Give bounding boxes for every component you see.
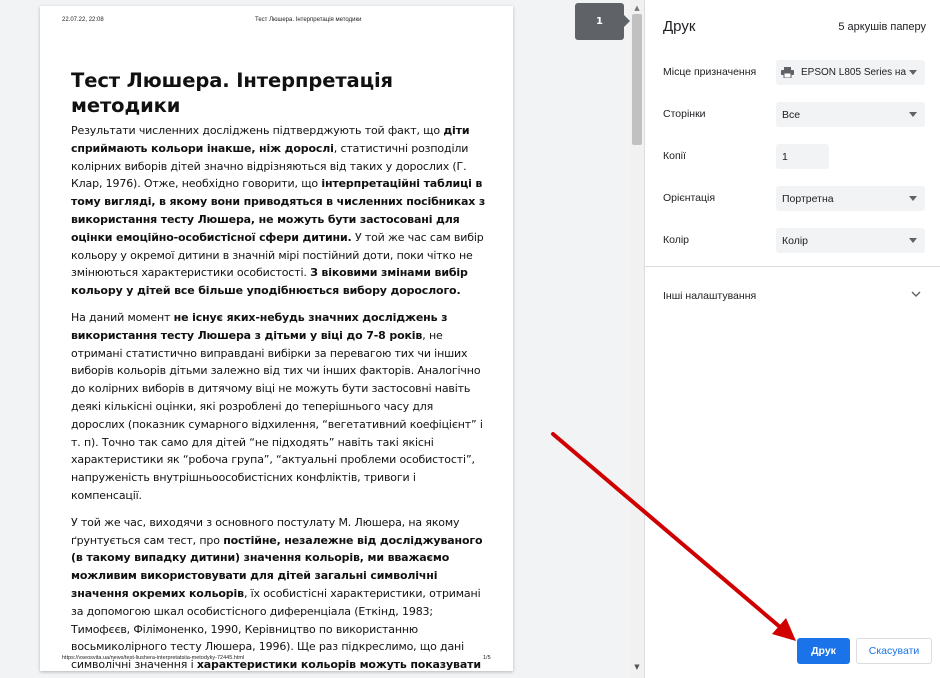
color-label: Колір xyxy=(663,234,690,246)
printer-icon xyxy=(781,67,794,79)
destination-value: EPSON L805 Series на xyxy=(801,67,907,78)
print-button[interactable]: Друк xyxy=(797,638,850,664)
more-settings-toggle[interactable]: Інші налаштування xyxy=(663,290,756,302)
pages-label: Сторінки xyxy=(663,108,706,120)
preview-scrollbar[interactable]: ▲ ▼ xyxy=(630,0,644,678)
paragraph-2: На даний момент не існує яких-небудь зна… xyxy=(71,310,483,502)
pages-value: Все xyxy=(782,108,801,121)
destination-label: Місце призначення xyxy=(663,66,757,78)
color-value: Колір xyxy=(782,234,809,247)
chevron-down-icon xyxy=(909,196,917,201)
panel-title: Друк xyxy=(663,18,696,35)
paragraph-3: У той же час, виходячи з основного посту… xyxy=(71,515,483,671)
print-settings-panel: Друк 5 аркушів паперу Місце призначення … xyxy=(644,0,940,678)
document-title: Тест Люшера. Інтерпретація методики xyxy=(71,69,393,117)
chevron-down-icon xyxy=(909,112,917,117)
scroll-thumb[interactable] xyxy=(632,14,642,145)
sheets-count: 5 аркушів паперу xyxy=(838,21,926,33)
paragraph-1: Результати численних досліджень підтверд… xyxy=(71,124,486,298)
orientation-value: Портретна xyxy=(782,192,834,205)
print-preview-area: 22.07.22, 22:08 Тест Люшера. Інтерпретац… xyxy=(0,0,644,678)
pages-select[interactable]: Все xyxy=(776,102,925,127)
page-header-date: 22.07.22, 22:08 xyxy=(62,17,104,23)
divider xyxy=(645,266,940,267)
destination-select[interactable]: EPSON L805 Series на xyxy=(776,60,925,85)
orientation-label: Орієнтація xyxy=(663,192,716,204)
scroll-down-arrow[interactable]: ▼ xyxy=(630,663,644,671)
document-content: Тест Люшера. Інтерпретація методики Резу… xyxy=(71,68,486,671)
page-header-title: Тест Люшера. Інтерпретація методики xyxy=(255,17,362,23)
chevron-down-icon xyxy=(909,238,917,243)
orientation-select[interactable]: Портретна xyxy=(776,186,925,211)
chevron-down-icon[interactable] xyxy=(911,290,921,301)
chevron-down-icon xyxy=(909,70,917,75)
copies-input[interactable]: 1 xyxy=(776,144,829,169)
page-footer-url: https://vseosvita.ua/news/test-liushera-… xyxy=(62,655,245,661)
page-footer-number: 1/5 xyxy=(483,655,491,661)
scroll-up-arrow[interactable]: ▲ xyxy=(630,4,644,12)
copies-value: 1 xyxy=(782,150,788,163)
preview-page: 22.07.22, 22:08 Тест Люшера. Інтерпретац… xyxy=(40,6,513,671)
color-select[interactable]: Колір xyxy=(776,228,925,253)
copies-label: Копії xyxy=(663,150,686,162)
cancel-button[interactable]: Скасувати xyxy=(856,638,932,664)
page-number-badge: 1 xyxy=(575,3,630,40)
